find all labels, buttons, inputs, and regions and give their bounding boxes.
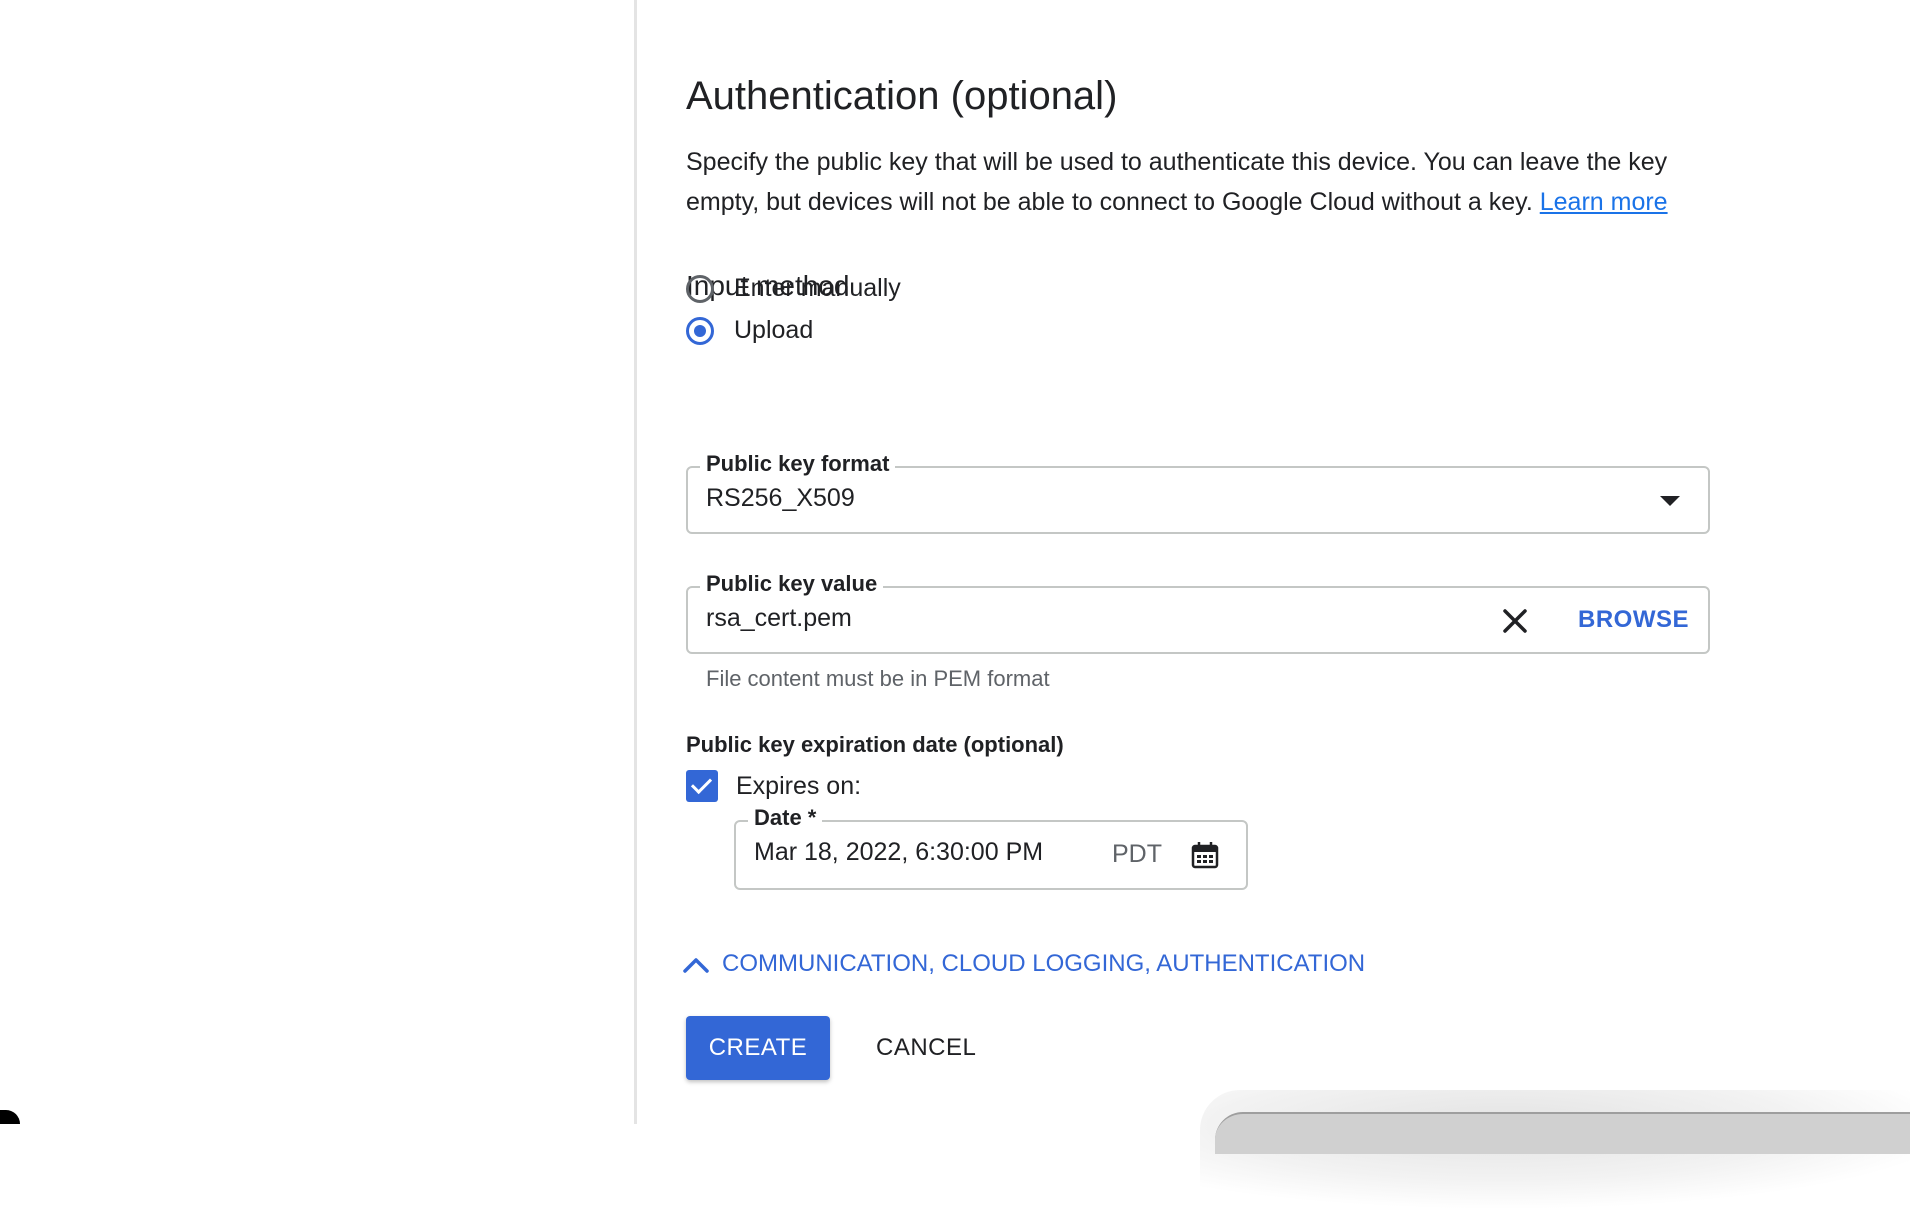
browse-button[interactable]: BROWSE — [1578, 606, 1689, 634]
description-text: Specify the public key that will be used… — [686, 148, 1668, 216]
radio-upload[interactable]: Upload — [686, 316, 813, 345]
field-hint: File content must be in PEM format — [706, 666, 1050, 691]
calendar-icon[interactable] — [1190, 840, 1220, 870]
dropdown-caret-icon[interactable] — [1660, 496, 1680, 506]
learn-more-link[interactable]: Learn more — [1540, 188, 1668, 216]
radio-unchecked-icon[interactable] — [686, 274, 714, 303]
left-pane — [0, 0, 637, 1124]
create-button[interactable]: CREATE — [686, 1016, 830, 1080]
expires-checkbox-row[interactable]: Expires on: — [686, 770, 861, 802]
floating-panel-edge — [1215, 1112, 1910, 1154]
section-title: Authentication (optional) — [686, 74, 1118, 118]
checkbox-label: Expires on: — [736, 771, 862, 800]
field-label: Public key value — [700, 571, 884, 597]
section-description: Specify the public key that will be used… — [686, 142, 1716, 222]
chevron-up-icon — [683, 958, 709, 973]
radio-label: Upload — [734, 316, 814, 344]
expiration-title: Public key expiration date (optional) — [686, 732, 1064, 757]
date-field[interactable]: Date * Mar 18, 2022, 6:30:00 PM PDT — [734, 805, 1248, 890]
check-icon[interactable] — [686, 770, 718, 802]
select-value: RS256_X509 — [706, 484, 855, 512]
radio-checked-icon[interactable] — [686, 316, 714, 345]
date-value: Mar 18, 2022, 6:30:00 PM — [754, 838, 1044, 866]
close-icon[interactable] — [1500, 606, 1530, 636]
field-label: Public key format — [700, 451, 896, 477]
radio-enter-manually[interactable]: Enter manually — [686, 274, 901, 303]
radio-label: Enter manually — [734, 274, 901, 302]
expander-label: COMMUNICATION, CLOUD LOGGING, AUTHENTICA… — [722, 950, 1366, 977]
file-name-value: rsa_cert.pem — [706, 604, 852, 632]
cancel-button[interactable]: CANCEL — [858, 1016, 994, 1080]
field-label: Date * — [748, 805, 823, 831]
advanced-options-expander[interactable]: COMMUNICATION, CLOUD LOGGING, AUTHENTICA… — [682, 950, 1365, 978]
public-key-value-field[interactable]: Public key value rsa_cert.pem BROWSE — [686, 571, 1710, 654]
timezone-label: PDT — [1112, 840, 1162, 868]
public-key-format-select[interactable]: Public key format RS256_X509 — [686, 451, 1710, 534]
